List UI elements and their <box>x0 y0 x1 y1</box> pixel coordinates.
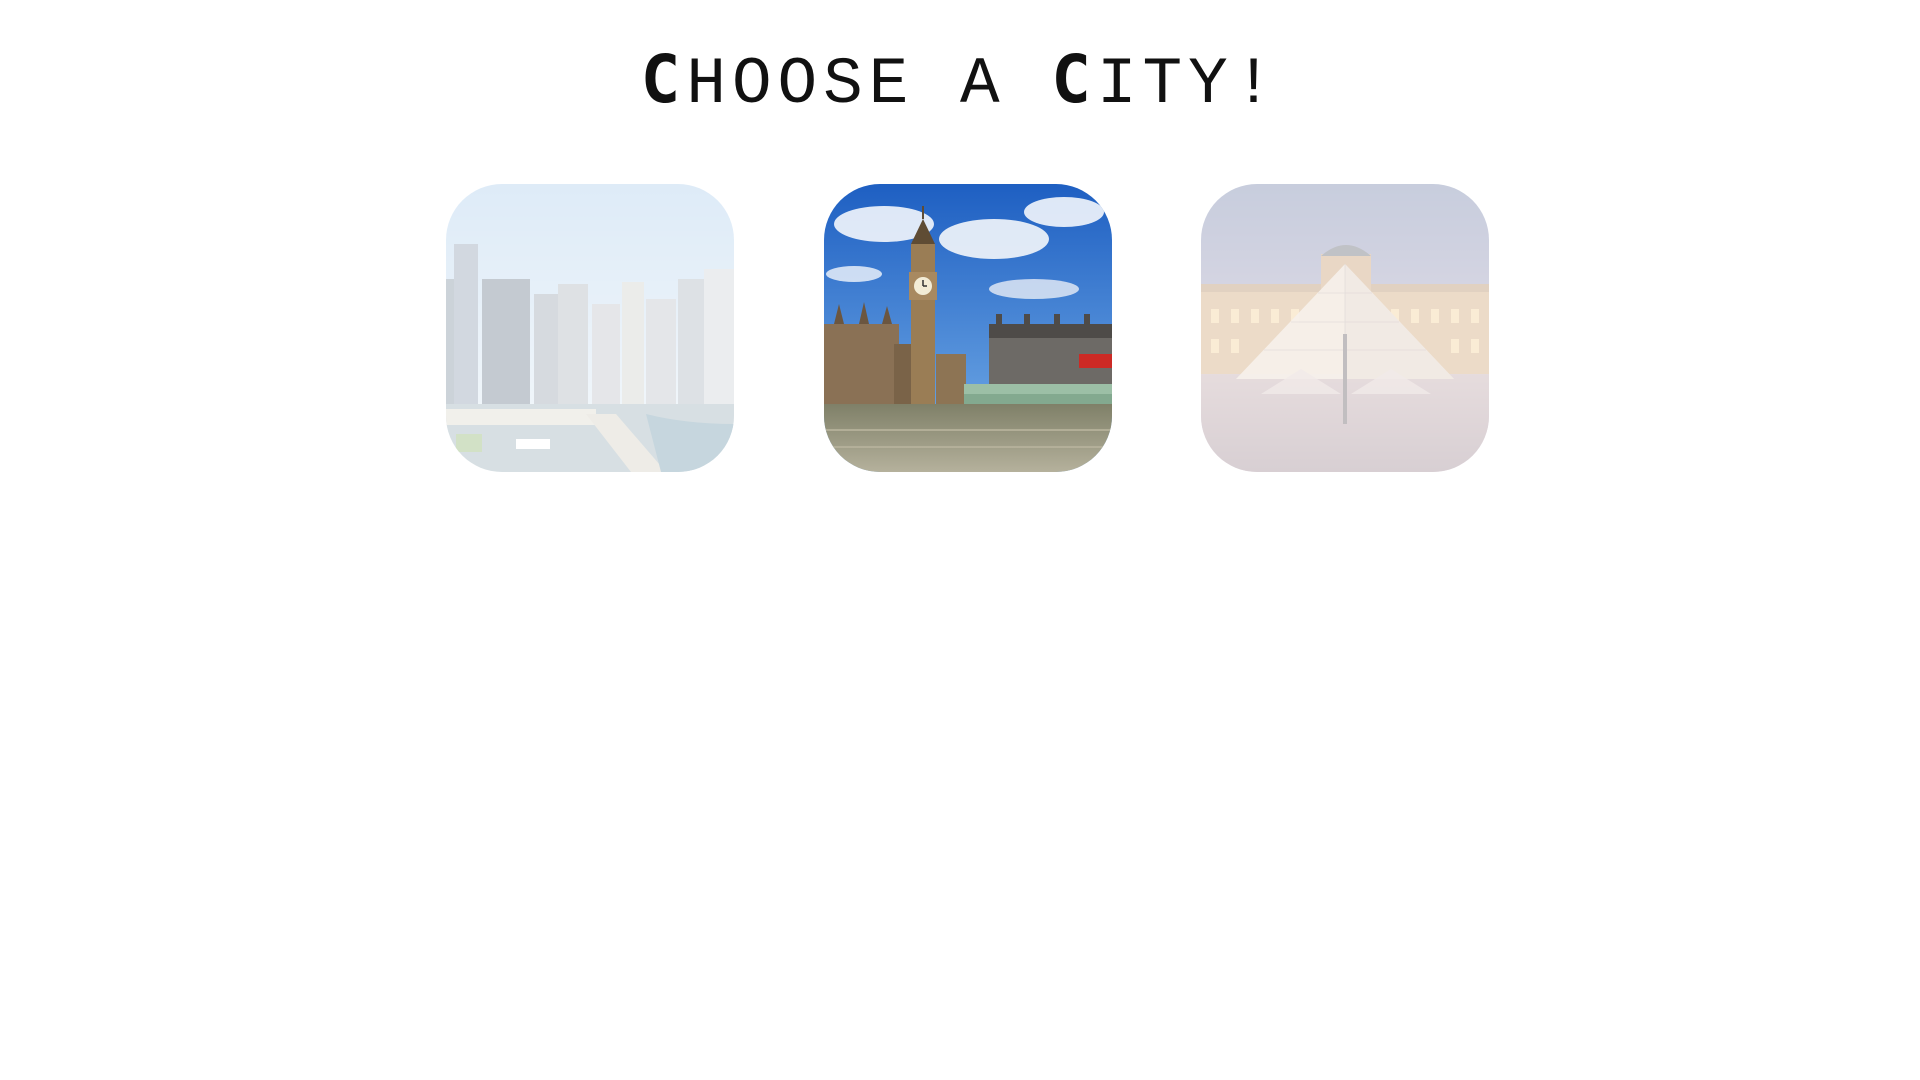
title-text-hoose-a: hoose a <box>686 47 1052 122</box>
title-initial-c: C <box>640 41 687 118</box>
page-title: Choose a City! <box>0 40 1920 125</box>
paris-louvre-pyramid-photo <box>1201 184 1489 472</box>
chicago-skyline-photo <box>446 184 734 472</box>
title-initial-c-2: C <box>1051 41 1097 118</box>
city-card-chicago[interactable] <box>446 184 734 472</box>
city-card-paris[interactable] <box>1201 184 1489 472</box>
title-text-ity: ity! <box>1096 47 1280 122</box>
city-picker <box>0 184 1920 472</box>
london-big-ben-photo <box>824 184 1112 472</box>
page: Choose a City! <box>0 0 1920 1080</box>
city-card-london[interactable] <box>824 184 1112 472</box>
